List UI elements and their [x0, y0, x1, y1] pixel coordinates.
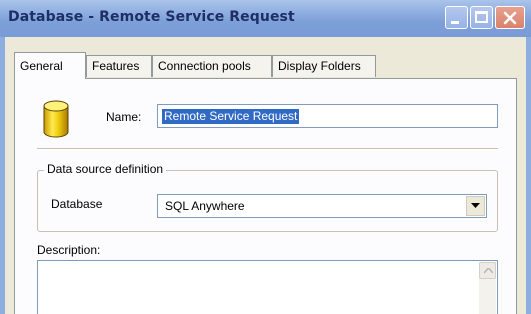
window-frame-right	[526, 37, 531, 314]
scroll-up-button[interactable]	[479, 262, 496, 279]
tab-general[interactable]: General	[14, 52, 86, 79]
maximize-icon	[475, 11, 488, 23]
vertical-scrollbar[interactable]	[479, 262, 496, 314]
title-bar[interactable]: Database - Remote Service Request	[0, 0, 531, 37]
tab-label: Display Folders	[278, 59, 361, 73]
dropdown-button[interactable]	[466, 196, 485, 216]
separator	[37, 148, 498, 150]
database-select[interactable]: SQL Anywhere	[157, 194, 487, 218]
tab-label: Connection pools	[158, 59, 251, 73]
database-select-value: SQL Anywhere	[165, 199, 245, 213]
description-textarea[interactable]	[37, 260, 498, 314]
window-frame-left	[0, 37, 5, 314]
chevron-up-icon	[484, 268, 493, 274]
window-title: Database - Remote Service Request	[8, 9, 295, 25]
close-icon	[503, 11, 517, 25]
database-icon	[43, 100, 69, 138]
tab-connection-pools[interactable]: Connection pools	[152, 55, 272, 77]
name-input[interactable]: Remote Service Request	[157, 104, 498, 128]
tab-label: General	[20, 59, 63, 73]
tab-features[interactable]: Features	[86, 55, 152, 77]
name-label: Name:	[106, 110, 142, 124]
description-label: Description:	[37, 243, 101, 257]
name-value: Remote Service Request	[162, 109, 300, 124]
minimize-button[interactable]	[445, 6, 468, 29]
database-label: Database	[51, 197, 103, 211]
tab-label: Features	[92, 59, 140, 73]
maximize-button[interactable]	[470, 6, 493, 29]
data-source-group-label: Data source definition	[44, 162, 167, 176]
database-dialog: Database - Remote Service Request Genera…	[0, 0, 531, 314]
close-button[interactable]	[495, 6, 525, 29]
tab-display-folders[interactable]: Display Folders	[272, 55, 376, 77]
chevron-down-icon	[471, 203, 480, 208]
minimize-icon	[451, 21, 459, 24]
